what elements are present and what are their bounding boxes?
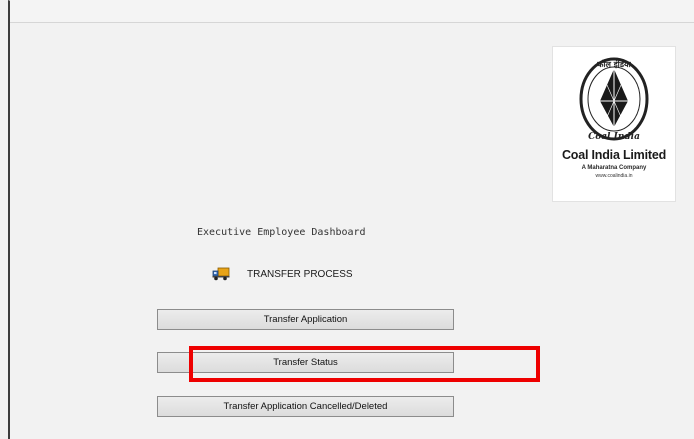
transfer-process-heading: TRANSFER PROCESS [212,266,353,282]
emblem-english-text: Coal India [588,132,640,142]
transfer-process-label: TRANSFER PROCESS [247,268,353,280]
company-logo: कोल इंडिया Coal India Coal India Limited… [552,46,676,202]
coal-india-emblem-icon: कोल इंडिया Coal India [579,57,649,142]
transfer-application-button[interactable]: Transfer Application [157,309,454,330]
top-bar [10,0,694,23]
emblem-hindi-text: कोल इंडिया [596,59,631,69]
company-url: www.coalindia.in [595,173,633,179]
truck-icon [212,267,230,281]
company-tagline: A Maharatna Company [581,165,647,171]
company-name: Coal India Limited [561,148,667,162]
transfer-status-button[interactable]: Transfer Status [157,352,454,373]
transfer-cancelled-button[interactable]: Transfer Application Cancelled/Deleted [157,396,454,417]
dashboard-title: Executive Employee Dashboard [197,227,366,238]
